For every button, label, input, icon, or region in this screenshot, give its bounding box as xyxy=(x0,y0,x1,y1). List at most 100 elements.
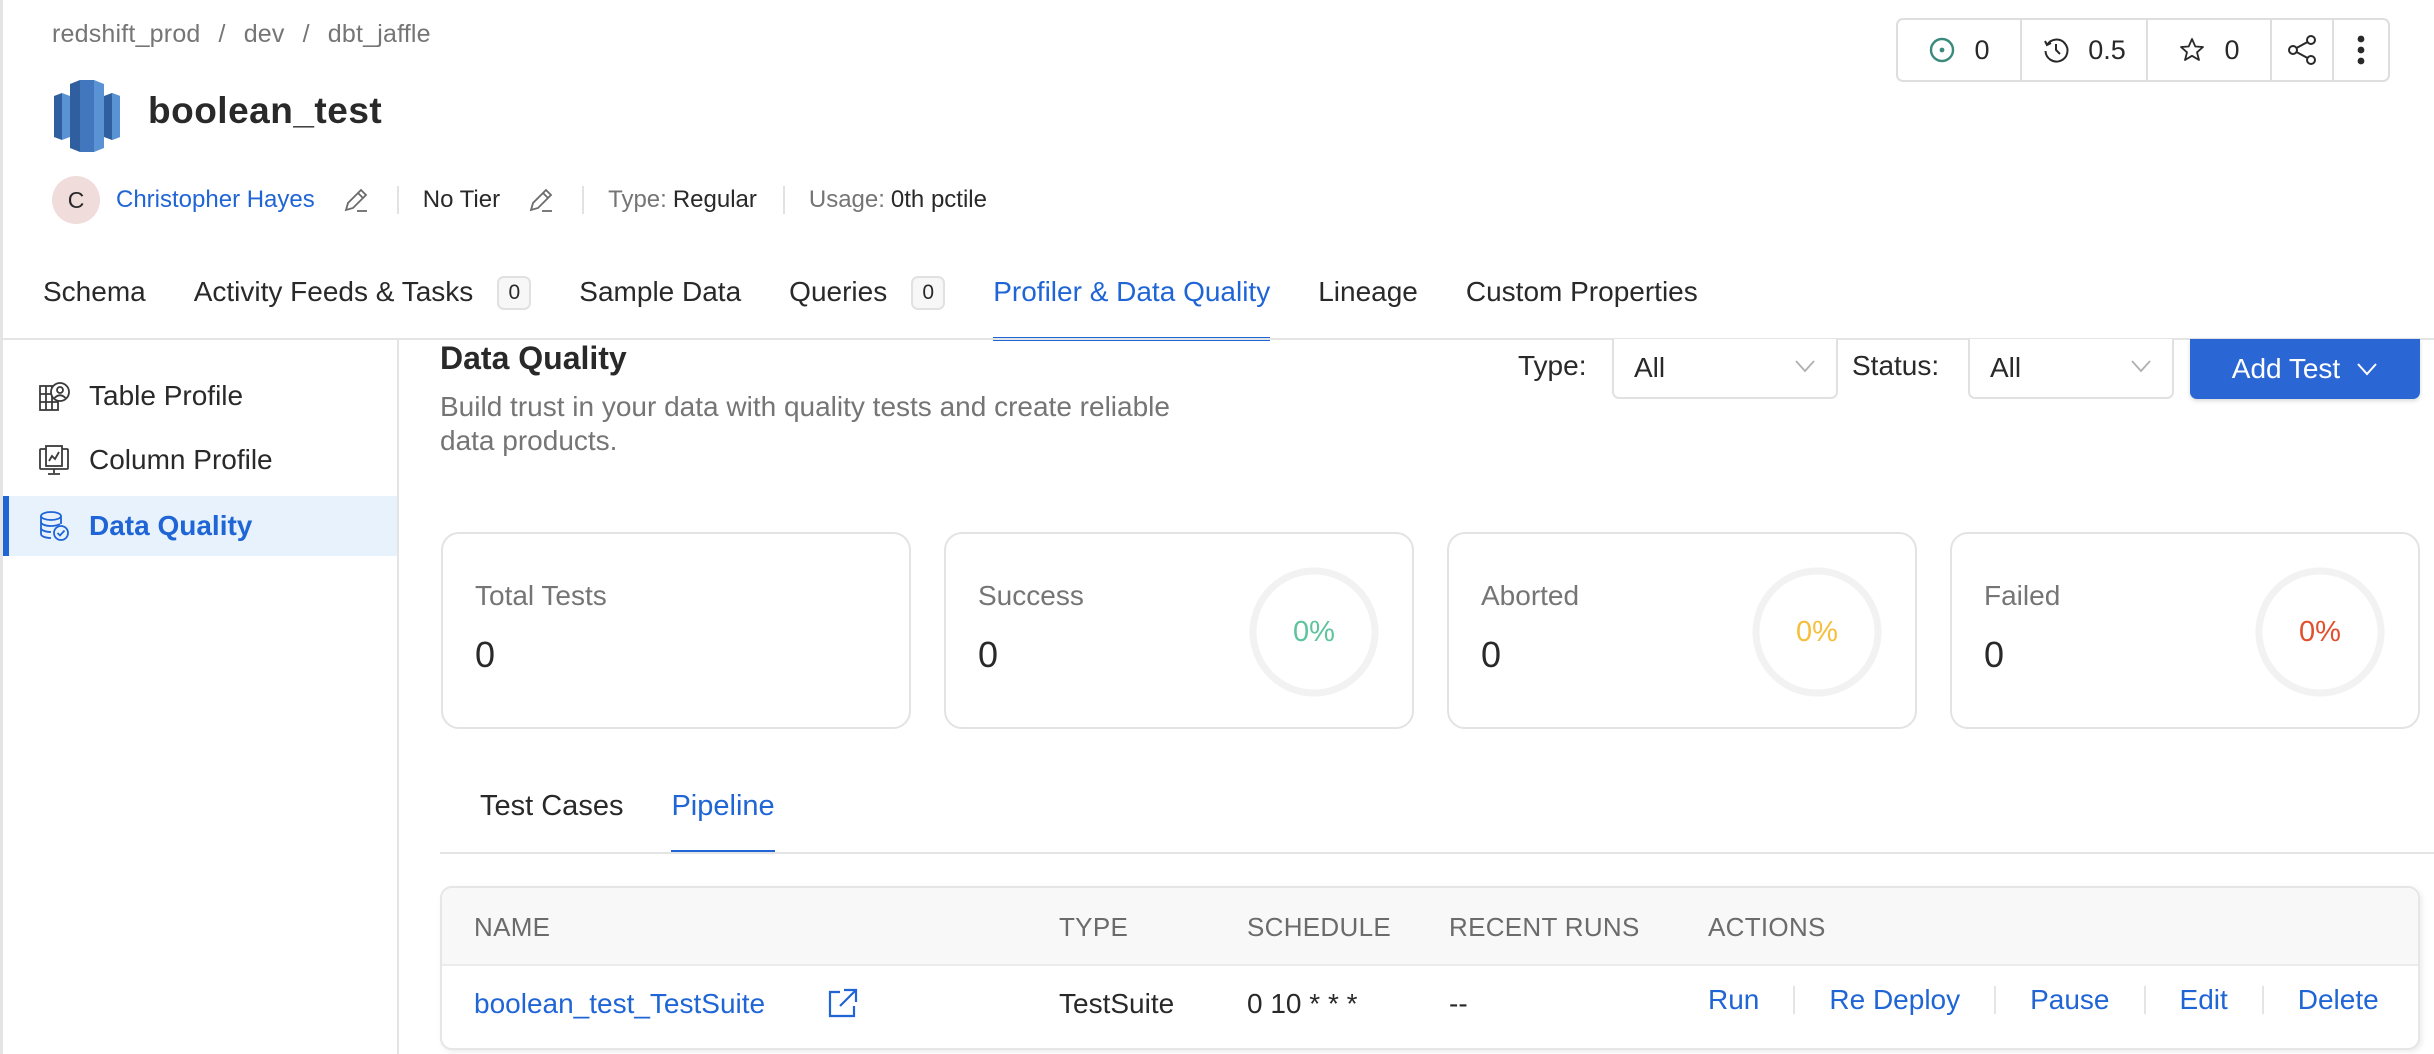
sidebar-item-table-profile[interactable]: Table Profile xyxy=(3,366,397,426)
pipeline-recent-runs: -- xyxy=(1449,988,1468,1019)
stat-label: Failed xyxy=(1984,580,2061,611)
stat-label: Success xyxy=(978,580,1084,611)
column-profile-icon xyxy=(37,443,71,477)
tab-label: Queries xyxy=(789,276,888,307)
tab-label: Profiler & Data Quality xyxy=(993,276,1271,307)
edit-owner-icon[interactable] xyxy=(341,185,371,215)
tab-label: Sample Data xyxy=(579,276,742,307)
breadcrumb-separator: / xyxy=(302,20,310,48)
data-quality-title: Data Quality xyxy=(440,340,627,376)
sub-tabs-divider xyxy=(440,852,2434,854)
stat-card-aborted: Aborted 0 0% xyxy=(1447,532,1917,729)
type-value: Regular xyxy=(672,186,757,213)
column-header-recent-runs: RECENT RUNS xyxy=(1449,912,1640,942)
version-button[interactable]: 0.5 xyxy=(2022,20,2148,80)
vote-button[interactable]: 0 xyxy=(2148,20,2272,80)
chevron-down-icon xyxy=(2356,362,2378,376)
sub-tab-pipeline[interactable]: Pipeline xyxy=(671,790,775,854)
tab-label: Lineage xyxy=(1318,276,1418,307)
table-profile-icon xyxy=(37,379,71,413)
stat-card-total-tests: Total Tests 0 xyxy=(441,532,911,729)
pipeline-table: NAME TYPE SCHEDULE RECENT RUNS ACTIONS b… xyxy=(440,886,2420,1050)
chevron-down-icon xyxy=(2130,359,2152,373)
column-header-actions: ACTIONS xyxy=(1708,912,1826,942)
history-icon xyxy=(2042,36,2070,64)
tab-profiler-data-quality[interactable]: Profiler & Data Quality xyxy=(993,270,1271,341)
data-quality-sub-tabs: Test Cases Pipeline xyxy=(440,790,785,854)
entity-tabs: Schema Activity Feeds & Tasks 0 Sample Da… xyxy=(43,270,1746,341)
delete-button[interactable]: Delete xyxy=(2298,984,2379,1016)
stat-value: 0 xyxy=(1481,634,1502,675)
action-divider xyxy=(2261,986,2264,1014)
column-header-name: NAME xyxy=(474,912,551,942)
star-icon xyxy=(2178,36,2206,64)
usage-value: 0th pctile xyxy=(890,186,987,213)
data-quality-icon xyxy=(37,509,71,543)
pause-button[interactable]: Pause xyxy=(2030,984,2109,1016)
entity-meta-row: C Christopher Hayes No Tier Type: Regula… xyxy=(52,176,987,224)
action-divider xyxy=(2143,986,2146,1014)
redshift-icon xyxy=(52,78,122,154)
tab-count-badge: 0 xyxy=(911,276,946,310)
breadcrumb-separator: / xyxy=(218,20,226,48)
table-header: NAME TYPE SCHEDULE RECENT RUNS ACTIONS xyxy=(442,888,2418,966)
column-header-type: TYPE xyxy=(1059,912,1129,942)
meta-divider xyxy=(396,186,399,214)
status-filter-label: Status: xyxy=(1852,350,1940,381)
edit-button[interactable]: Edit xyxy=(2180,984,2228,1016)
sidebar-item-label: Table Profile xyxy=(89,380,244,411)
status-filter-select[interactable]: All xyxy=(1968,339,2174,399)
more-button[interactable] xyxy=(2334,20,2388,80)
stat-label: Aborted xyxy=(1481,580,1580,611)
sidebar-item-data-quality[interactable]: Data Quality xyxy=(3,496,397,556)
add-test-label: Add Test xyxy=(2231,353,2341,384)
redeploy-button[interactable]: Re Deploy xyxy=(1829,984,1960,1016)
run-button[interactable]: Run xyxy=(1708,984,1759,1016)
tab-queries[interactable]: Queries 0 xyxy=(789,270,946,340)
pipeline-name-link[interactable]: boolean_test_TestSuite xyxy=(474,988,765,1020)
vote-count: 0 xyxy=(2224,34,2240,65)
edit-tier-icon[interactable] xyxy=(526,185,556,215)
stat-value: 0 xyxy=(475,634,496,675)
tab-label: Activity Feeds & Tasks xyxy=(193,276,474,307)
header-action-group: 0 0.5 0 xyxy=(1896,18,2390,82)
follow-button[interactable]: 0 xyxy=(1898,20,2022,80)
chevron-down-icon xyxy=(1794,359,1816,373)
tab-activity-feeds[interactable]: Activity Feeds & Tasks 0 xyxy=(194,270,532,340)
tier-label: No Tier xyxy=(422,186,501,213)
share-button[interactable] xyxy=(2272,20,2334,80)
aborted-progress-ring: 0% xyxy=(1751,566,1883,698)
sub-tab-test-cases[interactable]: Test Cases xyxy=(480,790,623,852)
stat-card-success: Success 0 0% xyxy=(944,532,1414,729)
breadcrumb-item-database[interactable]: dev xyxy=(244,20,285,49)
profiler-sidebar: Table Profile Column Profile Data Qualit… xyxy=(3,340,399,1054)
action-divider xyxy=(1793,986,1796,1014)
tab-count-badge: 0 xyxy=(497,276,532,310)
breadcrumb-item-schema[interactable]: dbt_jaffle xyxy=(328,20,431,49)
type-filter-value: All xyxy=(1634,352,1666,383)
stat-percent: 0% xyxy=(2299,615,2341,648)
external-link-icon[interactable] xyxy=(826,986,858,1020)
pipeline-actions: Run Re Deploy Pause Edit Delete xyxy=(1708,984,2379,1016)
meta-divider xyxy=(582,186,585,214)
follow-icon xyxy=(1928,36,1956,64)
owner-link[interactable]: Christopher Hayes xyxy=(116,186,315,214)
tab-schema[interactable]: Schema xyxy=(43,270,146,340)
breadcrumb-item-service[interactable]: redshift_prod xyxy=(52,20,201,49)
tab-lineage[interactable]: Lineage xyxy=(1318,270,1418,340)
type-filter-label: Type: xyxy=(1518,350,1587,381)
sidebar-item-label: Column Profile xyxy=(89,444,273,475)
usage-label: Usage: xyxy=(808,186,885,213)
data-quality-description: Build trust in your data with quality te… xyxy=(440,391,1170,456)
entity-title: boolean_test xyxy=(148,90,383,131)
add-test-button[interactable]: Add Test xyxy=(2190,339,2420,399)
tab-custom-properties[interactable]: Custom Properties xyxy=(1466,270,1698,340)
tab-sample-data[interactable]: Sample Data xyxy=(579,270,741,340)
sidebar-item-column-profile[interactable]: Column Profile xyxy=(3,430,397,490)
owner-avatar: C xyxy=(52,176,100,224)
follow-count: 0 xyxy=(1974,34,1990,65)
tab-label: Schema xyxy=(43,276,146,307)
type-filter-select[interactable]: All xyxy=(1612,339,1838,399)
pipeline-type: TestSuite xyxy=(1059,988,1175,1019)
stat-card-failed: Failed 0 0% xyxy=(1950,532,2420,729)
